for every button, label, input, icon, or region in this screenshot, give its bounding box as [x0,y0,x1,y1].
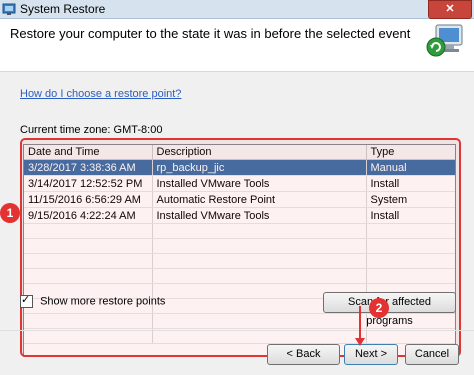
cancel-button[interactable]: Cancel [405,344,459,365]
annotation-badge-2: 2 [369,298,389,318]
table-row[interactable]: 11/15/2016 6:56:29 AM Automatic Restore … [24,191,455,208]
empty-row [24,223,455,239]
back-button[interactable]: < Back [267,344,340,365]
checkmark-icon: ✓ [21,294,31,306]
close-button[interactable]: ✕ [428,0,472,19]
cell-description: Installed VMware Tools [152,207,367,224]
page-heading: Restore your computer to the state it wa… [10,26,411,41]
cell-date: 9/15/2016 4:22:24 AM [24,207,153,224]
annotation-arrowhead [355,338,365,346]
cell-type: Manual [366,159,455,176]
empty-row [24,253,455,269]
column-header-type[interactable]: Type [366,145,455,160]
window-title: System Restore [20,2,106,16]
cell-type: Install [366,207,455,224]
cell-description: Installed VMware Tools [152,175,367,192]
cell-date: 11/15/2016 6:56:29 AM [24,191,153,208]
cell-description: Automatic Restore Point [152,191,367,208]
header-panel: Restore your computer to the state it wa… [0,19,474,72]
content-area: How do I choose a restore point? Current… [0,72,474,375]
column-header-description[interactable]: Description [152,145,367,160]
table-row[interactable]: 3/14/2017 12:52:52 PM Installed VMware T… [24,175,455,192]
help-link[interactable]: How do I choose a restore point? [20,88,181,100]
cell-date: 3/14/2017 12:52:52 PM [24,175,153,192]
show-more-checkbox-row[interactable]: ✓ Show more restore points [20,294,166,308]
title-bar: System Restore ✕ [0,0,474,19]
table-row[interactable]: 9/15/2016 4:22:24 AM Installed VMware To… [24,207,455,224]
timezone-label: Current time zone: GMT-8:00 [20,124,163,136]
scan-affected-programs-button[interactable]: Scan for affected programs [323,292,456,327]
computer-restore-icon [426,24,463,57]
column-header-date[interactable]: Date and Time [24,145,153,160]
next-button[interactable]: Next > [344,344,398,365]
annotation-badge-1: 1 [0,203,20,223]
cell-type: Install [366,175,455,192]
table-row[interactable]: 3/28/2017 3:38:36 AM rp_backup_jic Manua… [24,159,455,176]
empty-row [24,238,455,254]
empty-row [24,268,455,284]
show-more-label: Show more restore points [40,295,166,308]
cell-type: System [366,191,455,208]
cell-date: 3/28/2017 3:38:36 AM [24,159,153,176]
show-more-checkbox[interactable]: ✓ [20,294,33,308]
table-header-row: Date and Time Description Type [24,145,455,160]
cell-description: rp_backup_jic [152,159,367,176]
footer-divider [0,330,474,331]
system-restore-icon [2,3,16,15]
